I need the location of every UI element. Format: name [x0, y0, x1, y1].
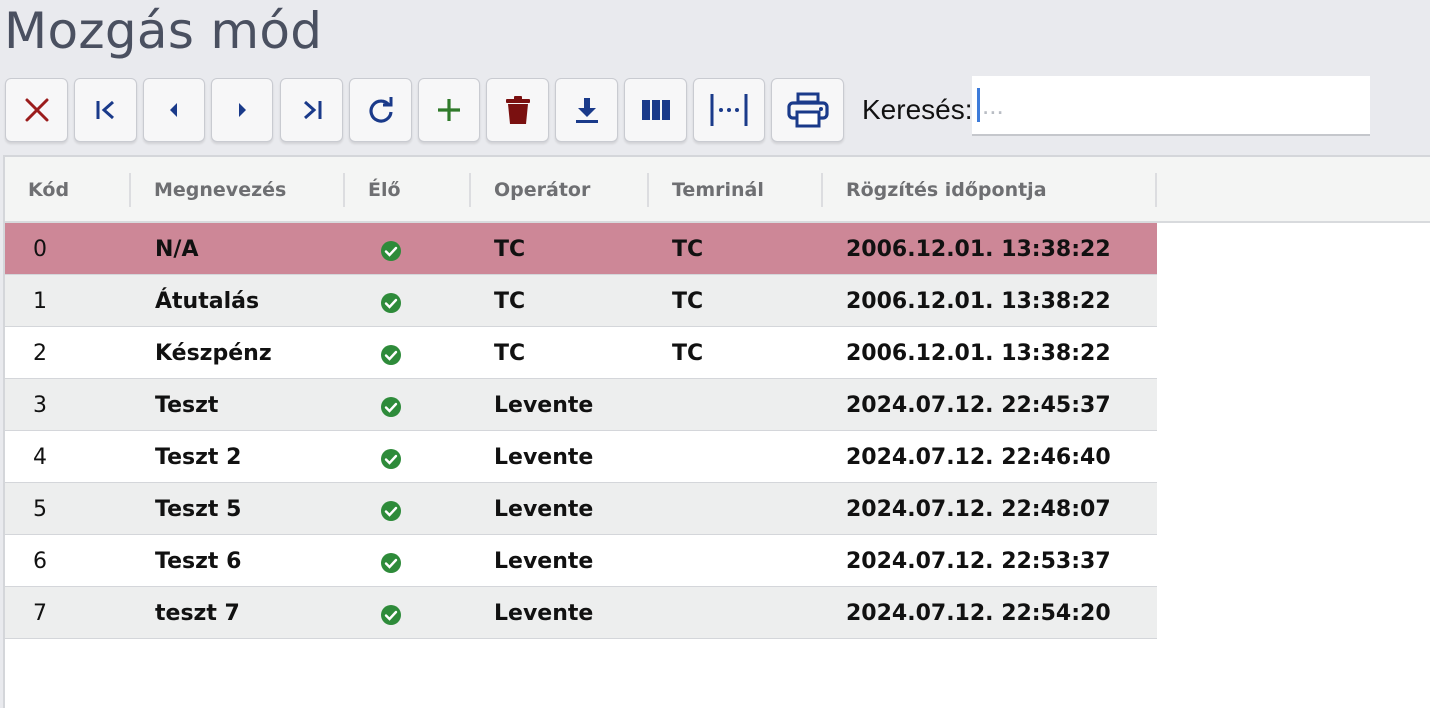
- cell-megnevezes: teszt 7: [155, 601, 240, 626]
- toolbar: Keresés:: [0, 0, 1430, 150]
- cell-operator: Levente: [494, 497, 594, 522]
- cell-operator: TC: [494, 289, 526, 314]
- cell-operator: Levente: [494, 445, 594, 470]
- table-row[interactable]: 6 Teszt 6 Levente 2024.07.12. 22:53:37: [5, 535, 1157, 587]
- column-header-kod[interactable]: Kód: [28, 179, 69, 201]
- cell-operator: Levente: [494, 393, 594, 418]
- cell-terminal: TC: [672, 289, 704, 314]
- cell-terminal: TC: [672, 341, 704, 366]
- cell-operator: Levente: [494, 601, 594, 626]
- cell-megnevezes: Készpénz: [155, 341, 272, 366]
- cell-rogzites: 2024.07.12. 22:46:40: [846, 445, 1111, 470]
- trash-icon: [505, 96, 530, 124]
- cell-rogzites: 2006.12.01. 13:38:22: [846, 289, 1111, 314]
- columns-icon: [641, 100, 670, 120]
- cell-megnevezes: Teszt 6: [155, 549, 242, 574]
- column-separator[interactable]: [821, 173, 823, 207]
- cell-rogzites: 2024.07.12. 22:53:37: [846, 549, 1111, 574]
- cell-terminal: TC: [672, 237, 704, 262]
- column-separator[interactable]: [343, 173, 345, 207]
- columns-button[interactable]: [624, 78, 687, 142]
- cell-rogzites: 2024.07.12. 22:45:37: [846, 393, 1111, 418]
- cell-rogzites: 2024.07.12. 22:54:20: [846, 601, 1111, 626]
- close-button[interactable]: [5, 78, 68, 142]
- plus-icon: [438, 99, 460, 121]
- add-button[interactable]: [418, 78, 480, 142]
- column-separator[interactable]: [469, 173, 471, 207]
- column-separator[interactable]: [129, 173, 131, 207]
- check-circle-icon: [381, 553, 401, 573]
- cell-megnevezes: Teszt 2: [155, 445, 242, 470]
- check-circle-icon: [381, 241, 401, 261]
- check-circle-icon: [381, 397, 401, 417]
- cell-operator: TC: [494, 237, 526, 262]
- print-icon: [786, 92, 829, 128]
- table-row[interactable]: 3 Teszt Levente 2024.07.12. 22:45:37: [5, 379, 1157, 431]
- next-record-button[interactable]: [211, 78, 273, 142]
- column-header-rogzites[interactable]: Rögzítés időpontja: [846, 179, 1047, 201]
- cell-operator: Levente: [494, 549, 594, 574]
- cell-kod: 5: [33, 497, 47, 522]
- delete-button[interactable]: [486, 78, 549, 142]
- check-circle-icon: [381, 449, 401, 469]
- download-icon: [575, 98, 598, 123]
- search-label: Keresés:: [862, 94, 973, 125]
- table-row[interactable]: 4 Teszt 2 Levente 2024.07.12. 22:46:40: [5, 431, 1157, 483]
- column-header-elo[interactable]: Élő: [368, 179, 401, 201]
- data-grid: Kód Megnevezés Élő Operátor Temrinál Rög…: [3, 155, 1430, 708]
- column-header-operator[interactable]: Operátor: [494, 179, 590, 201]
- table-row[interactable]: 5 Teszt 5 Levente 2024.07.12. 22:48:07: [5, 483, 1157, 535]
- cell-kod: 0: [33, 237, 47, 262]
- refresh-button[interactable]: [349, 78, 412, 142]
- cell-kod: 1: [33, 289, 47, 314]
- refresh-icon: [368, 97, 393, 123]
- first-record-button[interactable]: [74, 78, 137, 142]
- download-button[interactable]: [555, 78, 618, 142]
- first-page-icon: [96, 100, 114, 120]
- caret-left-icon: [170, 103, 177, 117]
- close-icon: [25, 98, 48, 122]
- table-row[interactable]: 1 Átutalás TC TC 2006.12.01. 13:38:22: [5, 275, 1157, 327]
- print-button[interactable]: [771, 78, 844, 142]
- table-row[interactable]: 0 N/A TC TC 2006.12.01. 13:38:22: [5, 223, 1157, 275]
- fit-columns-button[interactable]: [693, 78, 765, 142]
- column-header-megnevezes[interactable]: Megnevezés: [154, 179, 286, 201]
- table-row[interactable]: 2 Készpénz TC TC 2006.12.01. 13:38:22: [5, 327, 1157, 379]
- last-record-button[interactable]: [280, 78, 343, 142]
- check-circle-icon: [381, 293, 401, 313]
- fit-width-icon: [710, 94, 748, 126]
- cell-kod: 6: [33, 549, 47, 574]
- cell-megnevezes: Átutalás: [155, 289, 260, 314]
- cell-megnevezes: N/A: [155, 237, 199, 262]
- caret-right-icon: [239, 103, 246, 117]
- cell-megnevezes: Teszt 5: [155, 497, 242, 522]
- grid-header: Kód Megnevezés Élő Operátor Temrinál Rög…: [5, 157, 1430, 223]
- cell-megnevezes: Teszt: [155, 393, 219, 418]
- search-input[interactable]: [972, 76, 1370, 136]
- cell-kod: 7: [33, 601, 47, 626]
- check-circle-icon: [381, 605, 401, 625]
- cell-kod: 4: [33, 445, 47, 470]
- last-page-icon: [303, 100, 321, 120]
- cell-rogzites: 2006.12.01. 13:38:22: [846, 341, 1111, 366]
- text-caret: [977, 88, 980, 122]
- check-circle-icon: [381, 501, 401, 521]
- column-separator[interactable]: [647, 173, 649, 207]
- cell-kod: 2: [33, 341, 47, 366]
- cell-rogzites: 2024.07.12. 22:48:07: [846, 497, 1111, 522]
- column-separator[interactable]: [1155, 173, 1157, 207]
- cell-kod: 3: [33, 393, 47, 418]
- cell-operator: TC: [494, 341, 526, 366]
- column-header-terminal[interactable]: Temrinál: [672, 179, 764, 201]
- previous-record-button[interactable]: [143, 78, 205, 142]
- table-row[interactable]: 7 teszt 7 Levente 2024.07.12. 22:54:20: [5, 587, 1157, 639]
- check-circle-icon: [381, 345, 401, 365]
- cell-rogzites: 2006.12.01. 13:38:22: [846, 237, 1111, 262]
